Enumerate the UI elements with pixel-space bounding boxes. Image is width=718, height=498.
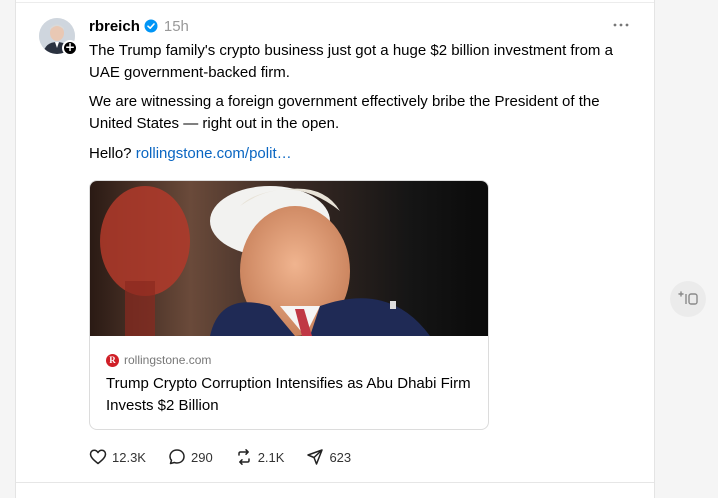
hello-text: Hello? bbox=[89, 145, 132, 162]
username[interactable]: rbreich bbox=[89, 18, 140, 35]
side-action-button[interactable] bbox=[670, 281, 706, 317]
more-dots-icon[interactable] bbox=[612, 16, 630, 34]
heart-icon bbox=[89, 449, 107, 465]
avatar-container[interactable]: + bbox=[39, 18, 79, 58]
top-divider bbox=[16, 2, 654, 3]
like-button[interactable]: 12.3K bbox=[89, 448, 146, 466]
link-preview-card[interactable]: R rollingstone.com Trump Crypto Corrupti… bbox=[89, 180, 489, 430]
repost-button[interactable]: 2.1K bbox=[235, 448, 285, 466]
share-count: 623 bbox=[329, 449, 352, 465]
post-paragraph-3: Hello? rollingstone.com/polit… bbox=[89, 143, 634, 165]
rollingstone-logo-icon: R bbox=[106, 353, 119, 367]
verified-badge-icon bbox=[144, 19, 158, 33]
share-button[interactable]: 623 bbox=[306, 448, 351, 466]
action-bar: 12.3K 290 2.1K 623 bbox=[89, 447, 373, 467]
comment-icon bbox=[169, 449, 185, 465]
like-count: 12.3K bbox=[112, 449, 146, 465]
post-paragraph-1: The Trump family's crypto business just … bbox=[89, 42, 613, 81]
reply-count: 290 bbox=[190, 449, 213, 465]
article-photo[interactable] bbox=[90, 181, 489, 336]
source-domain: rollingstone.com bbox=[124, 353, 212, 367]
post-timestamp[interactable]: 15h bbox=[164, 18, 189, 35]
follow-plus-icon[interactable]: + bbox=[62, 40, 78, 56]
tag-plus-icon bbox=[678, 291, 698, 305]
feed-container: + rbreich 15h The Trump family's crypto … bbox=[15, 0, 655, 498]
send-icon bbox=[307, 449, 324, 465]
repost-count: 2.1K bbox=[257, 449, 285, 465]
reply-button[interactable]: 290 bbox=[168, 448, 213, 466]
bottom-divider bbox=[16, 482, 654, 483]
card-source: R rollingstone.com bbox=[106, 353, 211, 367]
article-link[interactable]: rollingstone.com/polit… bbox=[136, 145, 292, 162]
card-title[interactable]: Trump Crypto Corruption Intensifies as A… bbox=[106, 373, 481, 417]
repost-icon bbox=[237, 449, 250, 465]
post-paragraph-2: We are witnessing a foreign government e… bbox=[89, 93, 600, 132]
post-header: rbreich 15h bbox=[89, 16, 189, 36]
